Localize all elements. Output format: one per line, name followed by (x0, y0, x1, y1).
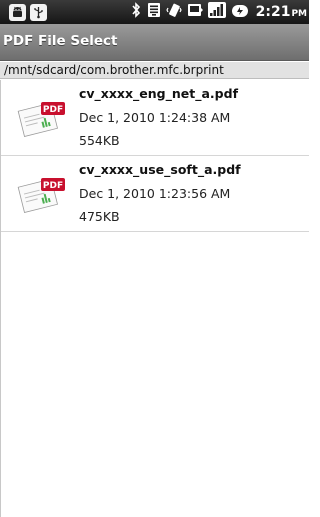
pdf-file-icon: PDF (15, 174, 67, 216)
file-list: PDF cv_xxxx_eng_net_a.pdf Dec 1, 2010 1:… (0, 80, 309, 232)
page-title: PDF File Select (3, 33, 118, 49)
current-path: /mnt/sdcard/com.brother.mfc.brprint (4, 63, 224, 77)
battery-charging-icon (231, 3, 251, 22)
file-date: Dec 1, 2010 1:23:56 AM (79, 186, 231, 201)
list-item[interactable]: PDF cv_xxxx_use_soft_a.pdf Dec 1, 2010 1… (0, 156, 309, 232)
path-bar: /mnt/sdcard/com.brother.mfc.brprint (0, 62, 309, 79)
file-name: cv_xxxx_use_soft_a.pdf (79, 162, 241, 177)
vibrate-icon (165, 2, 182, 22)
title-bar: PDF File Select (0, 24, 309, 61)
android-icon (9, 3, 26, 21)
file-date: Dec 1, 2010 1:24:38 AM (79, 110, 231, 125)
clock-ampm: PM (291, 9, 307, 19)
list-item[interactable]: PDF cv_xxxx_eng_net_a.pdf Dec 1, 2010 1:… (0, 80, 309, 156)
file-size: 554KB (79, 133, 120, 148)
clock-time: 2:21 (255, 4, 291, 20)
file-size: 475KB (79, 209, 120, 224)
sdcard-icon (187, 2, 203, 22)
usb-icon (30, 3, 47, 21)
status-bar: 2:21PM (0, 0, 309, 24)
bluetooth-icon (131, 2, 142, 22)
svg-text:PDF: PDF (43, 181, 63, 191)
file-name: cv_xxxx_eng_net_a.pdf (79, 86, 239, 101)
signal-icon (207, 2, 226, 22)
left-edge-divider (0, 80, 1, 517)
pdf-file-icon: PDF (15, 98, 67, 140)
status-clock: 2:21PM (256, 4, 307, 20)
svg-text:PDF: PDF (43, 105, 63, 115)
wifi-icon (147, 2, 161, 22)
